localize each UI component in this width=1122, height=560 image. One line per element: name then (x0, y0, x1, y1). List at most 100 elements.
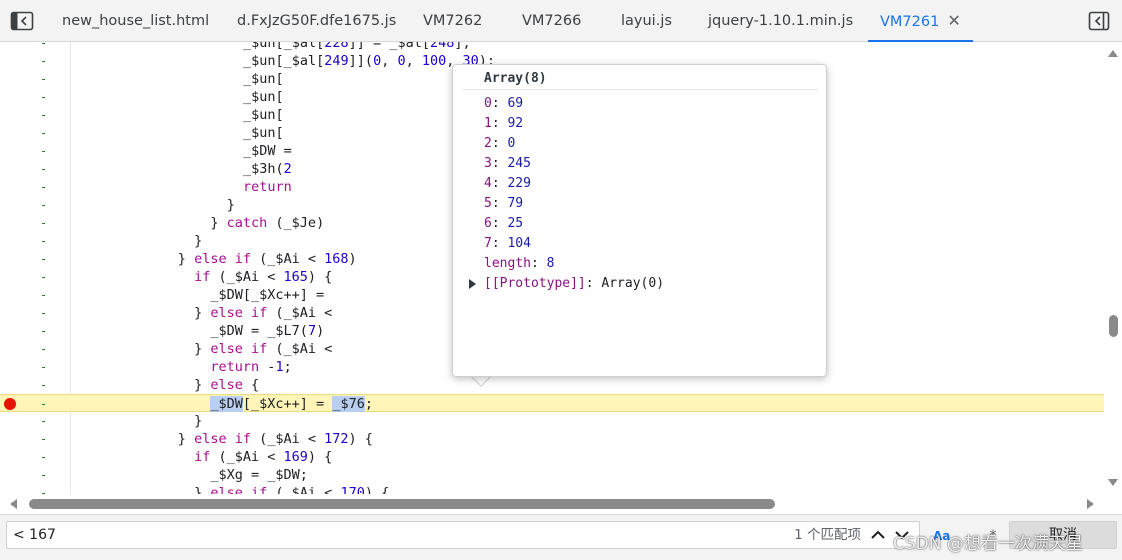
popover-title: Array(8) (484, 71, 547, 86)
diff-marker: - (40, 468, 48, 482)
match-count: 1 个匹配项 (794, 527, 861, 543)
code-text: } (194, 413, 203, 429)
entry-value: 25 (507, 216, 524, 231)
tab-label: new_house_list.html (62, 13, 210, 29)
popover-entry: 4: 229 (484, 176, 531, 191)
diff-marker: - (40, 54, 48, 68)
popover-prototype-row[interactable]: [[Prototype]]: Array(0) (484, 274, 664, 294)
close-icon[interactable]: ✕ (947, 0, 960, 42)
popover-entry: 2: 0 (484, 136, 516, 151)
chevron-up-icon[interactable] (867, 525, 889, 545)
diff-marker: - (40, 180, 48, 194)
code-row[interactable]: - _$DW[_$Xc++] = _$76; (0, 394, 1104, 412)
tab-label: VM7262 (423, 13, 483, 29)
diff-marker: - (40, 486, 48, 494)
tab-label: jquery-1.10.1.min.js (708, 13, 854, 29)
code-row[interactable]: -} else if (_$Ai < 170) { (0, 484, 1104, 494)
triangle-right-icon[interactable] (469, 279, 476, 289)
diff-marker: - (40, 360, 48, 374)
diff-marker: - (40, 234, 48, 248)
code-text: } else { (194, 377, 260, 393)
entry-key: 1 (484, 116, 492, 131)
code-text: _$un[ (243, 125, 284, 141)
csdn-watermark: CSDN @想看一次满天星 (893, 534, 1083, 554)
length-key: length (484, 256, 531, 271)
code-row[interactable]: - _$Xg = _$DW; (0, 466, 1104, 484)
diff-marker: - (40, 144, 48, 158)
scroll-left-icon[interactable] (10, 499, 17, 509)
entry-key: 3 (484, 156, 492, 171)
scroll-right-icon[interactable] (1087, 499, 1094, 509)
tab-d-fxjzg50f[interactable]: d.FxJzG50F.dfe1675.js (237, 0, 396, 42)
diff-marker: - (40, 450, 48, 464)
code-text: if (_$Ai < 165) { (194, 269, 333, 285)
code-text: _$DW = _$L7(7) (210, 323, 325, 339)
diff-marker: - (40, 270, 48, 284)
popover-entry: 1: 92 (484, 116, 524, 131)
code-row[interactable]: - if (_$Ai < 169) { (0, 448, 1104, 466)
panel-left-icon[interactable] (10, 11, 34, 31)
popover-divider (463, 89, 819, 90)
diff-marker: - (40, 397, 48, 411)
code-row[interactable]: -} (0, 412, 1104, 430)
editor-tab-bar: new_house_list.html d.FxJzG50F.dfe1675.j… (0, 0, 1122, 42)
tab-new-house-list[interactable]: new_house_list.html (62, 0, 209, 42)
value-popover: Array(8) 0: 69 1: 92 2: 0 3: 245 4: 229 5: 79… (452, 64, 827, 377)
horizontal-scroll-thumb[interactable] (29, 499, 775, 509)
code-text: _$DW[_$Xc++] = _$76; (210, 396, 373, 412)
entry-value: 245 (507, 156, 531, 171)
entry-value: 79 (507, 196, 524, 211)
entry-value: 229 (507, 176, 531, 191)
code-text: if (_$Ai < 169) { (194, 449, 333, 465)
code-text: _$Xg = _$DW; (210, 467, 308, 483)
scroll-down-icon[interactable] (1108, 479, 1118, 486)
tab-label: d.FxJzG50F.dfe1675.js (237, 13, 397, 29)
code-text: _$un[ (243, 71, 284, 87)
vertical-scroll-thumb[interactable] (1109, 315, 1118, 337)
code-text: _$DW[_$Xc++] = (210, 287, 325, 303)
panel-right-icon[interactable] (1088, 11, 1110, 31)
tab-vm7262[interactable]: VM7262 (423, 0, 482, 42)
popover-entry: 6: 25 (484, 216, 524, 231)
code-text: } else if (_$Ai < (194, 305, 333, 321)
code-text: } else if (_$Ai < 168) (177, 251, 357, 267)
code-text: return -1; (210, 359, 292, 375)
tab-vm7266[interactable]: VM7266 (522, 0, 581, 42)
code-row[interactable]: -} else { (0, 376, 1104, 394)
code-text: } (226, 197, 235, 213)
code-text: return (243, 179, 292, 195)
popover-length-row: length: 8 (484, 256, 555, 271)
entry-key: 7 (484, 236, 492, 251)
search-input[interactable]: < 167 1 个匹配项 (6, 521, 920, 549)
tab-vm7261[interactable]: VM7261 ✕ (868, 0, 973, 42)
code-row[interactable]: - } else if (_$Ai < 172) { (0, 430, 1104, 448)
diff-marker: - (40, 162, 48, 176)
entry-value: 69 (507, 96, 524, 111)
code-text: } else if (_$Ai < 172) { (177, 431, 373, 447)
code-text: _$un[ (243, 107, 284, 123)
diff-marker: - (40, 306, 48, 320)
search-value: < 167 (13, 527, 56, 543)
vertical-scrollbar[interactable] (1104, 42, 1122, 494)
code-row[interactable]: - _$un[_$al[228]] = _$al[248]; (0, 42, 1104, 52)
tab-layui[interactable]: layui.js (621, 0, 672, 42)
diff-marker: - (40, 90, 48, 104)
code-text: } (194, 233, 203, 249)
diff-marker: - (40, 432, 48, 446)
diff-marker: - (40, 126, 48, 140)
breakpoint-icon[interactable] (4, 398, 16, 410)
tab-label: VM7266 (522, 13, 582, 29)
code-text: _$DW = (243, 143, 292, 159)
entry-key: 4 (484, 176, 492, 191)
code-text: } else if (_$Ai < (194, 341, 333, 357)
diff-marker: - (40, 198, 48, 212)
popover-entry: 5: 79 (484, 196, 524, 211)
prototype-value: Array(0) (601, 276, 665, 291)
scroll-up-icon[interactable] (1108, 50, 1118, 57)
popover-entry: 0: 69 (484, 96, 524, 111)
length-value: 8 (546, 256, 555, 271)
entry-key: 2 (484, 136, 492, 151)
tab-label: layui.js (621, 13, 672, 29)
code-text: _$un[ (243, 89, 284, 105)
tab-jquery[interactable]: jquery-1.10.1.min.js (708, 0, 853, 42)
